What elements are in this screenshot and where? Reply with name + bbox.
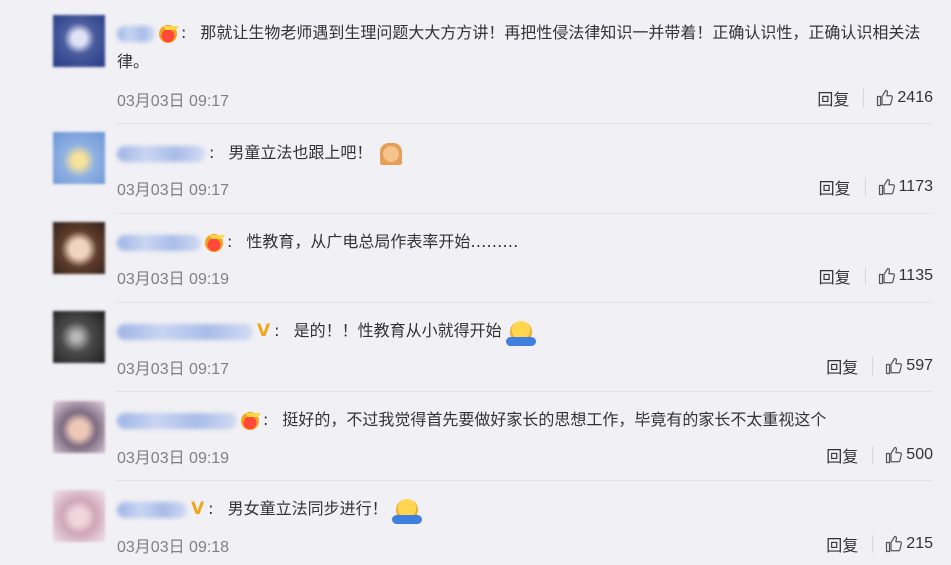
- reply-button[interactable]: 回复: [819, 264, 865, 288]
- username-blurred[interactable]: [117, 145, 205, 162]
- comment-meta: 03月03日 09:19 回复 500: [117, 443, 933, 467]
- divider: [872, 357, 874, 375]
- like-count: 1135: [898, 267, 933, 284]
- avatar[interactable]: [53, 401, 105, 453]
- reply-button[interactable]: 回复: [826, 532, 872, 556]
- comment-text: 男童立法也跟上吧！: [228, 143, 373, 162]
- comment-body: : 男童立法也跟上吧！: [117, 138, 933, 167]
- comment-text: 挺好的，不过我觉得首先要做好家长的思想工作，毕竟有的家长不太重视这个: [282, 410, 827, 429]
- pray-emoji-icon: [380, 142, 403, 165]
- comment-meta: 03月03日 09:18 回复 215: [117, 532, 933, 556]
- divider: [115, 213, 933, 214]
- divider: [115, 391, 933, 392]
- thumbs-up-icon[interactable]: [878, 178, 896, 196]
- crown-icon: [205, 233, 225, 252]
- crown-icon: [159, 24, 179, 43]
- avatar[interactable]: [53, 490, 105, 542]
- comment-text: 性教育，从广电总局作表率开始………: [246, 232, 519, 251]
- avatar[interactable]: [53, 311, 105, 363]
- avatar[interactable]: [53, 15, 105, 67]
- comment-time: 03月03日 09:17: [117, 361, 230, 378]
- thumbs-up-icon[interactable]: [876, 89, 894, 107]
- like-count: 215: [906, 535, 933, 552]
- divider: [864, 267, 866, 285]
- reply-button[interactable]: 回复: [826, 354, 872, 378]
- username-blurred[interactable]: [117, 25, 155, 42]
- comment-meta: 03月03日 09:17 回复 2416: [117, 86, 933, 110]
- thumbs-up-icon[interactable]: [885, 357, 903, 375]
- like-count: 597: [906, 357, 933, 374]
- comment-text: 男女童立法同步进行！: [227, 499, 388, 518]
- divider: [872, 446, 874, 464]
- comment-meta: 03月03日 09:17 回复 1173: [117, 175, 933, 199]
- like-count: 1173: [898, 178, 933, 195]
- divider: [115, 123, 933, 124]
- shrug-emoji-icon: [391, 498, 422, 524]
- thumbs-up-icon[interactable]: [878, 267, 896, 285]
- comment-list: : 那就让生物老师遇到生理问题大大方方讲！再把性侵法律知识一并带着！正确认识性，正…: [0, 0, 951, 565]
- reply-button[interactable]: 回复: [826, 443, 872, 467]
- avatar[interactable]: [53, 222, 105, 274]
- username-blurred[interactable]: [117, 412, 237, 429]
- divider: [872, 535, 874, 553]
- comment-time: 03月03日 09:18: [117, 539, 230, 556]
- comment-time: 03月03日 09:19: [117, 450, 230, 467]
- username-blurred[interactable]: [117, 323, 253, 340]
- username-blurred[interactable]: [117, 234, 201, 251]
- comment-meta: 03月03日 09:17 回复 597: [117, 354, 933, 378]
- reply-button[interactable]: 回复: [817, 86, 863, 110]
- comment-meta: 03月03日 09:19 回复 1135: [117, 264, 933, 288]
- reply-button[interactable]: 回复: [819, 175, 865, 199]
- comment-time: 03月03日 09:19: [117, 271, 230, 288]
- comment-text: 是的！！性教育从小就得开始: [293, 321, 502, 340]
- divider: [863, 89, 865, 107]
- comment-body: : 那就让生物老师遇到生理问题大大方方讲！再把性侵法律知识一并带着！正确认识性，正…: [117, 23, 921, 71]
- comment-body: V: 是的！！性教育从小就得开始: [117, 316, 933, 346]
- thumbs-up-icon[interactable]: [885, 535, 903, 553]
- comment-body: V: 男女童立法同步进行！: [117, 494, 933, 524]
- divider: [115, 302, 933, 303]
- comment-text: 那就让生物老师遇到生理问题大大方方讲！再把性侵法律知识一并带着！正确认识性，正确…: [117, 23, 921, 71]
- divider: [864, 178, 866, 196]
- comment-body: : 挺好的，不过我觉得首先要做好家长的思想工作，毕竟有的家长不太重视这个: [117, 405, 933, 434]
- thumbs-up-icon[interactable]: [885, 446, 903, 464]
- like-count: 500: [906, 446, 933, 463]
- avatar[interactable]: [53, 132, 105, 184]
- crown-icon: [241, 411, 261, 430]
- comment-body: : 性教育，从广电总局作表率开始………: [117, 227, 933, 256]
- username-blurred[interactable]: [117, 501, 187, 518]
- shrug-emoji-icon: [505, 320, 536, 346]
- v-badge-icon: V: [191, 499, 205, 519]
- divider: [115, 480, 933, 481]
- v-badge-icon: V: [257, 321, 271, 341]
- like-count: 2416: [897, 89, 933, 106]
- comment-time: 03月03日 09:17: [117, 182, 230, 199]
- comment-time: 03月03日 09:17: [117, 93, 230, 110]
